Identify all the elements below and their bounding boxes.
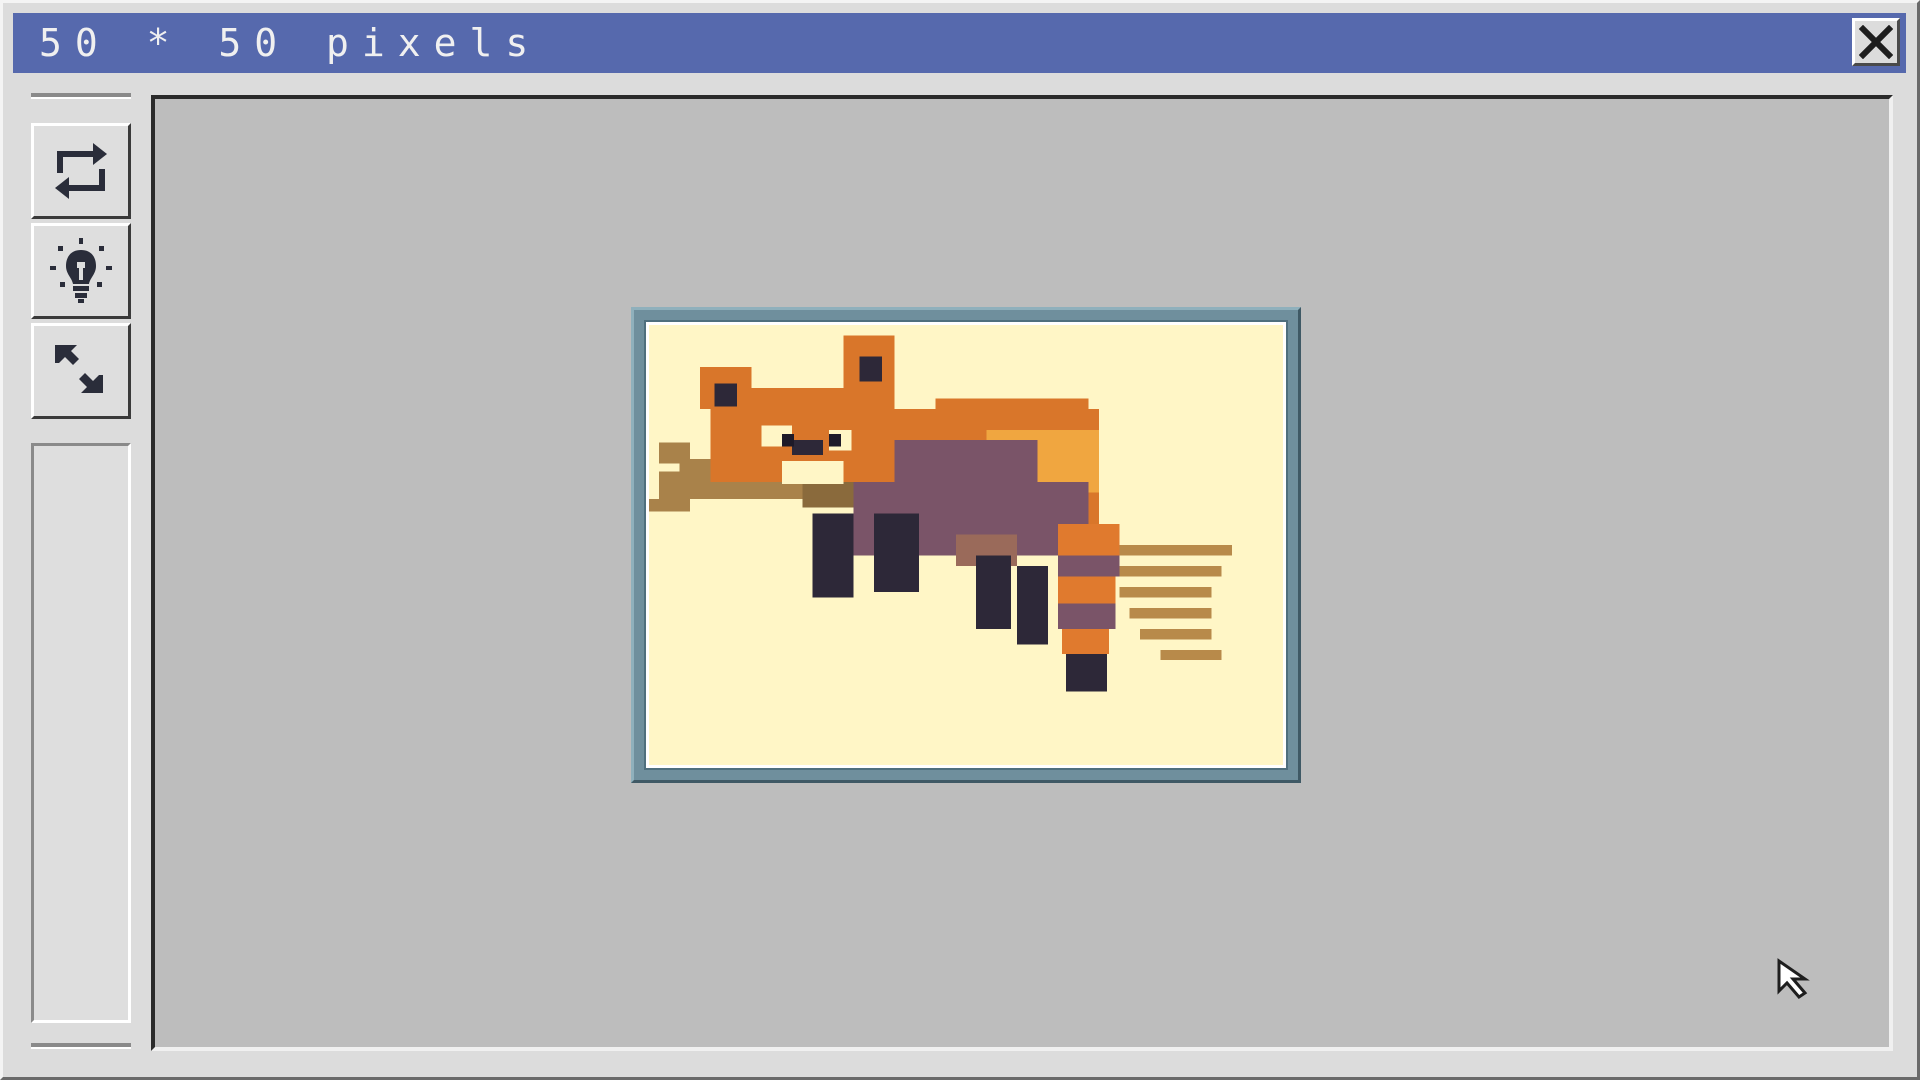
lightbulb-icon bbox=[50, 238, 112, 303]
title-bar[interactable]: 50 * 50 pixels bbox=[13, 13, 1906, 73]
shrink-arrows-icon bbox=[55, 345, 103, 393]
canvas-area[interactable] bbox=[151, 95, 1893, 1051]
mouse-cursor-icon bbox=[1777, 958, 1810, 999]
toolbar-separator-bottom bbox=[31, 1043, 131, 1049]
artwork-frame[interactable] bbox=[631, 307, 1301, 783]
red-panda-artwork bbox=[644, 320, 1288, 770]
toolbar-separator-top bbox=[31, 93, 131, 99]
close-x-icon bbox=[1859, 25, 1893, 59]
window-title: 50 * 50 pixels bbox=[39, 21, 542, 65]
hint-button[interactable] bbox=[31, 223, 131, 319]
game-window: 50 * 50 pixels bbox=[0, 0, 1920, 1080]
close-button[interactable] bbox=[1852, 18, 1900, 66]
resize-button[interactable] bbox=[31, 323, 131, 419]
tool-panel bbox=[31, 443, 131, 1023]
rotate-button[interactable] bbox=[31, 123, 131, 219]
rotate-icon bbox=[55, 143, 107, 199]
red-panda-image bbox=[649, 335, 1232, 692]
